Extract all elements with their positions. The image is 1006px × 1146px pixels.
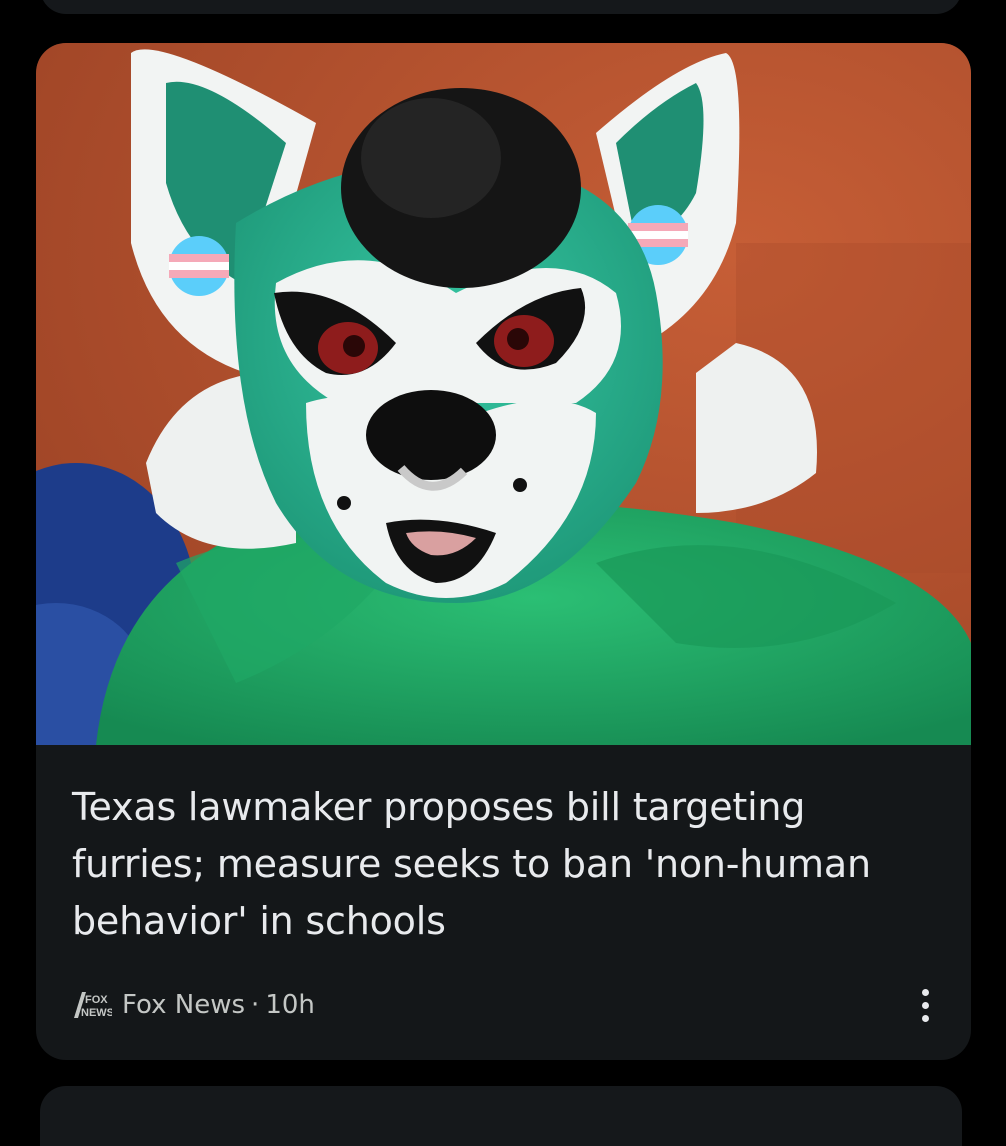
previous-article-card[interactable] [40, 0, 962, 14]
more-vert-icon [921, 988, 929, 996]
more-options-button[interactable] [911, 983, 939, 1027]
article-meta: FOX NEWS Fox News · 10h [72, 987, 315, 1023]
fox-news-logo-icon: FOX NEWS [74, 992, 112, 1019]
source-name[interactable]: Fox News [122, 990, 245, 1020]
nose [366, 390, 496, 480]
news-article-card[interactable]: Texas lawmaker proposes bill targeting f… [36, 43, 971, 1060]
publish-time: 10h [265, 990, 315, 1020]
svg-text:FOX: FOX [85, 994, 108, 1006]
next-article-card[interactable] [40, 1086, 962, 1146]
left-flag-pin [169, 236, 229, 296]
meta-separator: · [251, 990, 260, 1020]
article-image[interactable] [36, 43, 971, 745]
article-headline[interactable]: Texas lawmaker proposes bill targeting f… [72, 779, 942, 950]
svg-text:NEWS: NEWS [81, 1007, 112, 1019]
